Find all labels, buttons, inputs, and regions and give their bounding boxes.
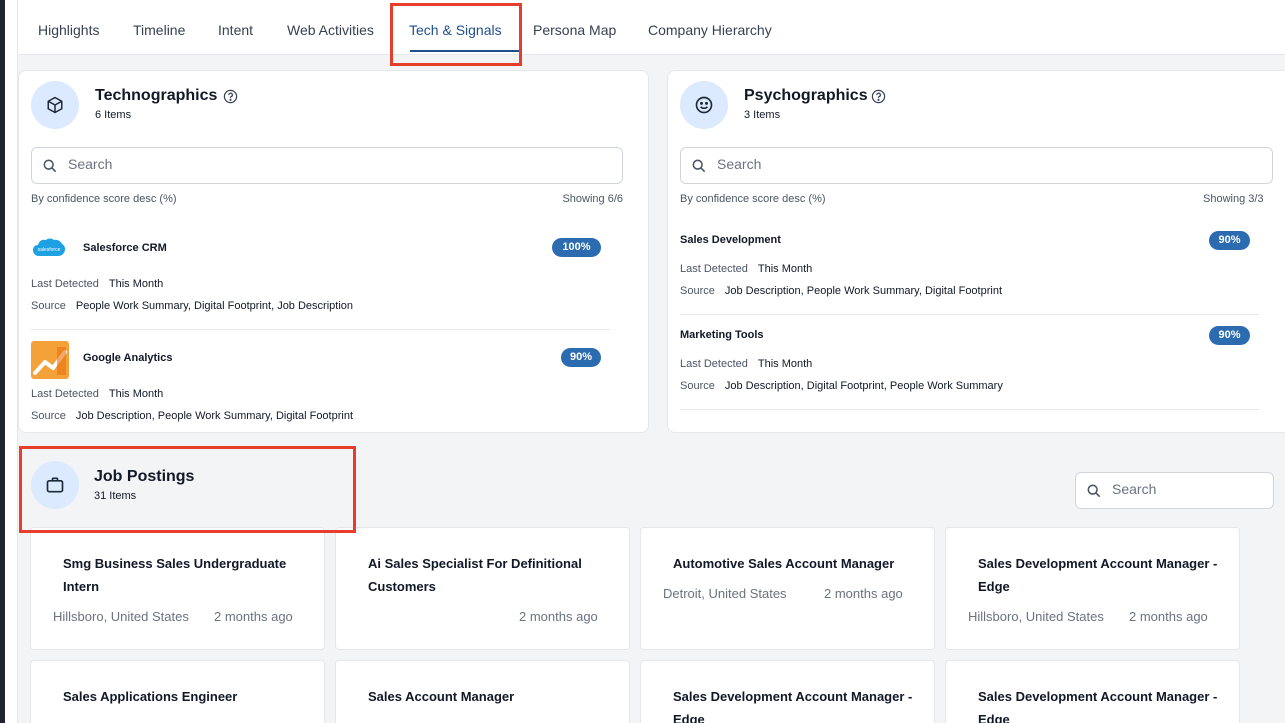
salesforce-logo: salesforce [31, 236, 67, 260]
job-title: Sales Development Account Manager - Edge [978, 689, 1218, 723]
google-analytics-logo [31, 341, 69, 379]
job-title: Automotive Sales Account Manager [673, 556, 895, 571]
job-title: Sales Account Manager [368, 689, 515, 704]
psychographics-showing: Showing 3/3 [1203, 193, 1264, 205]
job-postings-count: 31 Items [94, 490, 137, 502]
job-card[interactable]: Sales Development Account Manager - Edge [945, 660, 1240, 723]
jobs-search-input[interactable] [1112, 481, 1262, 497]
confidence-badge: 90% [561, 348, 601, 367]
smiley-icon [695, 96, 713, 114]
last-detected-row: Last Detected This Month [680, 358, 813, 370]
search-icon [43, 159, 57, 173]
job-card[interactable]: Sales Account Manager [335, 660, 630, 723]
source-row: Source People Work Summary, Digital Footp… [31, 300, 354, 312]
job-age: 2 months ago [824, 586, 903, 601]
jobs-search[interactable] [1075, 472, 1274, 509]
confidence-badge: 90% [1209, 326, 1250, 345]
psychographics-count: 3 Items [744, 109, 781, 121]
job-location: Hillsboro, United States [53, 609, 189, 624]
job-card[interactable]: Sales Development Account Manager - Edge [640, 660, 935, 723]
source-row: Source Job Description, People Work Summa… [31, 410, 354, 422]
technographics-card: Technographics 6 Items By confidence sco… [18, 70, 649, 433]
psycho-item-name[interactable]: Sales Development [680, 234, 781, 246]
tab-company-hierarchy[interactable]: Company Hierarchy [648, 22, 772, 38]
item-divider [680, 409, 1259, 410]
psychographics-title: Psychographics [744, 87, 868, 104]
search-icon [692, 159, 706, 173]
active-tab-indicator [410, 50, 520, 52]
job-card[interactable]: Automotive Sales Account Manager Detroit… [640, 527, 935, 650]
source-row: Source Job Description, People Work Summa… [680, 285, 1003, 297]
confidence-badge: 100% [552, 238, 601, 257]
tab-highlights[interactable]: Highlights [38, 22, 99, 38]
job-card[interactable]: Sales Development Account Manager - Edge… [945, 527, 1240, 650]
job-title: Sales Applications Engineer [63, 689, 238, 704]
job-location: Detroit, United States [663, 586, 787, 601]
tab-tech-signals[interactable]: Tech & Signals [409, 22, 502, 38]
job-title: Sales Development Account Manager - Edge [673, 689, 913, 723]
cube-icon [47, 96, 63, 114]
psycho-item-name[interactable]: Marketing Tools [680, 329, 764, 341]
job-postings-icon-wrap [31, 461, 79, 509]
job-postings-section: Job Postings 31 Items Smg Business Sales… [18, 452, 1285, 723]
job-age: 2 months ago [519, 609, 598, 624]
source-row: Source Job Description, Digital Footprint… [680, 380, 1003, 392]
svg-text:salesforce: salesforce [38, 247, 61, 253]
help-icon[interactable] [223, 89, 238, 104]
psychographics-sort-label[interactable]: By confidence score desc (%) [680, 193, 826, 205]
last-detected-row: Last Detected This Month [680, 263, 813, 275]
job-title: Smg Business Sales Undergraduate Intern [63, 556, 287, 594]
tech-item-name[interactable]: Salesforce CRM [83, 242, 167, 254]
tech-item-name[interactable]: Google Analytics [83, 352, 172, 364]
psychographics-search-input[interactable] [717, 156, 917, 172]
job-location: Hillsboro, United States [968, 609, 1104, 624]
tab-bar: Highlights Timeline Intent Web Activitie… [18, 0, 1285, 55]
job-card[interactable]: Ai Sales Specialist For Definitional Cus… [335, 527, 630, 650]
job-card[interactable]: Sales Applications Engineer [30, 660, 325, 723]
job-card[interactable]: Smg Business Sales Undergraduate Intern … [30, 527, 325, 650]
psychographics-icon-wrap [680, 81, 728, 129]
last-detected-row: Last Detected This Month [31, 278, 164, 290]
technographics-search-input[interactable] [68, 156, 268, 172]
technographics-icon-wrap [31, 81, 79, 129]
job-age: 2 months ago [1129, 609, 1208, 624]
technographics-count: 6 Items [95, 109, 132, 121]
left-edge-rail [0, 0, 18, 723]
help-icon[interactable] [871, 89, 886, 104]
psychographics-search[interactable] [680, 147, 1273, 184]
tab-timeline[interactable]: Timeline [133, 22, 185, 38]
technographics-sort-label[interactable]: By confidence score desc (%) [31, 193, 177, 205]
confidence-badge: 90% [1209, 231, 1250, 250]
job-title: Sales Development Account Manager - Edge [978, 556, 1218, 594]
technographics-title: Technographics [95, 87, 218, 104]
psychographics-card: Psychographics 3 Items By confidence sco… [667, 70, 1285, 433]
technographics-search[interactable] [31, 147, 623, 184]
item-divider [31, 329, 610, 330]
last-detected-row: Last Detected This Month [31, 388, 164, 400]
briefcase-icon [46, 477, 64, 493]
search-icon [1087, 484, 1101, 498]
job-title: Ai Sales Specialist For Definitional Cus… [368, 556, 582, 594]
job-postings-title: Job Postings [94, 468, 195, 485]
technographics-showing: Showing 6/6 [562, 193, 623, 205]
tab-intent[interactable]: Intent [218, 22, 253, 38]
tab-web-activities[interactable]: Web Activities [287, 22, 374, 38]
item-divider [680, 314, 1259, 315]
job-age: 2 months ago [214, 609, 293, 624]
tab-persona-map[interactable]: Persona Map [533, 22, 616, 38]
